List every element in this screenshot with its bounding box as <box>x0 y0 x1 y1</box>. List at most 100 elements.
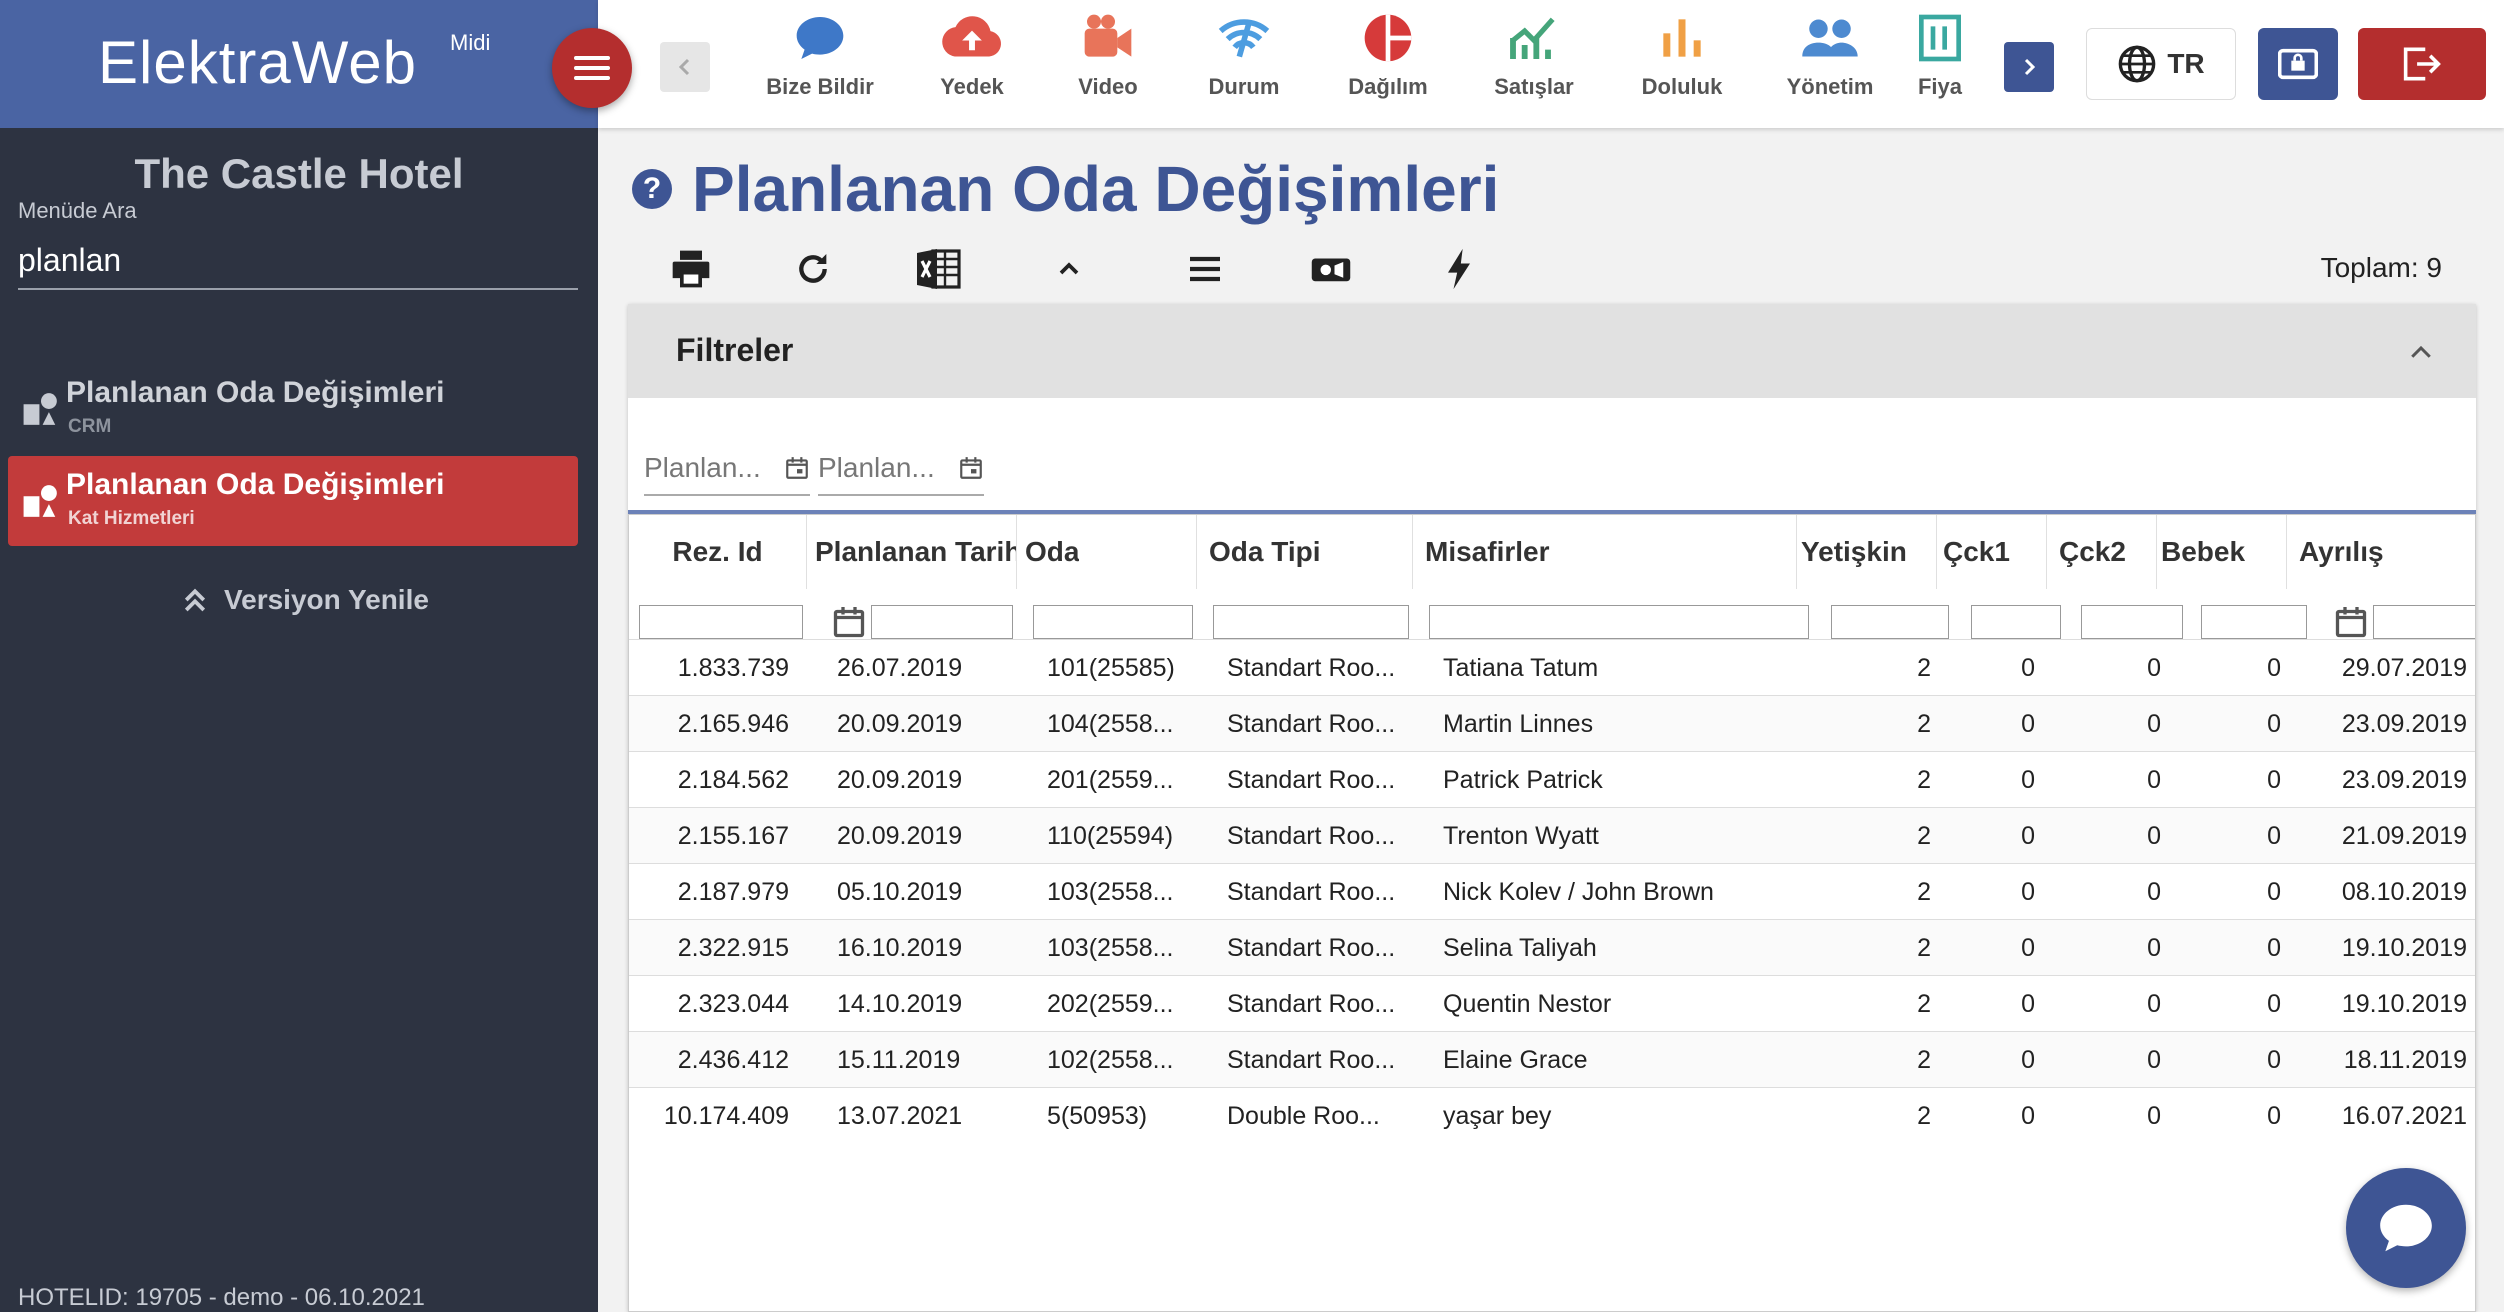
infant-cell: 0 <box>2267 1101 2281 1130</box>
quick-action-button[interactable] <box>1434 244 1484 294</box>
chevron-up-icon[interactable] <box>2406 338 2436 368</box>
column-header-rez-id[interactable]: Rez. Id <box>629 515 807 589</box>
room-changes-table: Rez. Id Planlanan Tarih Oda Oda Tipi Mis… <box>628 514 2476 1312</box>
shapes-icon <box>23 485 57 517</box>
language-code: TR <box>2167 48 2205 79</box>
planned-date-filter-input[interactable] <box>871 605 1013 639</box>
date-from-filter[interactable]: Planlan... <box>644 442 810 496</box>
child1-filter-input[interactable] <box>1971 605 2061 639</box>
tool-backup[interactable]: Yedek <box>902 10 1042 120</box>
excel-icon <box>917 249 961 289</box>
shapes-icon <box>23 393 57 425</box>
rez-id-cell: 2.184.562 <box>677 765 789 794</box>
child2-cell: 0 <box>2147 877 2161 906</box>
video-help-button[interactable] <box>1306 244 1356 294</box>
table-row[interactable]: 2.436.412 15.11.2019 102(2558... Standart R… <box>629 1031 2475 1087</box>
logout-button[interactable] <box>2358 28 2486 100</box>
column-header-guests[interactable]: Misafirler <box>1413 515 1797 589</box>
column-header-room-type[interactable]: Oda Tipi <box>1197 515 1413 589</box>
table-row[interactable]: 2.323.044 14.10.2019 202(2559... Standart R… <box>629 975 2475 1031</box>
tool-label: Durum <box>1208 74 1280 99</box>
help-icon[interactable]: ? <box>632 169 672 209</box>
table-row[interactable]: 2.165.946 20.09.2019 104(2558... Standart R… <box>629 695 2475 751</box>
calendar-icon[interactable] <box>958 455 984 481</box>
toolbar-scroll-left-button[interactable] <box>660 42 710 92</box>
table-row[interactable]: 2.184.562 20.09.2019 201(2559... Standart R… <box>629 751 2475 807</box>
calendar-icon[interactable] <box>2333 603 2369 641</box>
columns-menu-button[interactable] <box>1180 244 1230 294</box>
child2-filter-input[interactable] <box>2081 605 2183 639</box>
live-chat-button[interactable] <box>2346 1168 2466 1288</box>
child1-cell: 0 <box>2021 989 2035 1018</box>
chat-bubble-icon <box>2380 1204 2432 1252</box>
adults-cell: 2 <box>1917 653 1931 682</box>
hamburger-menu-button[interactable] <box>552 28 632 108</box>
tool-management[interactable]: Yönetim <box>1760 10 1900 120</box>
column-header-departure[interactable]: Ayrılış <box>2287 515 2475 589</box>
hamburger-line <box>574 56 610 60</box>
child2-cell: 0 <box>2147 709 2161 738</box>
tool-prices[interactable]: Fiya <box>1900 10 1980 120</box>
calendar-icon[interactable] <box>784 455 810 481</box>
filters-header[interactable]: Filtreler <box>628 304 2476 398</box>
rez-id-cell: 1.833.739 <box>677 653 789 682</box>
room-cell: 102(2558... <box>1047 1045 1174 1074</box>
brand-logo[interactable]: ElektraWeb <box>98 28 417 97</box>
date-from-placeholder: Planlan... <box>644 452 761 483</box>
date-to-filter[interactable]: Planlan... <box>818 442 984 496</box>
tool-feedback[interactable]: Bize Bildir <box>750 10 890 120</box>
chevron-up-icon <box>1059 262 1079 275</box>
filters-title: Filtreler <box>676 332 794 368</box>
toolbar-scroll-right-button[interactable] <box>2004 42 2054 92</box>
version-refresh-button[interactable]: Versiyon Yenile <box>180 584 429 616</box>
sidebar-item-housekeeping-room-changes[interactable]: Planlanan Oda Değişimleri Kat Hizmetleri <box>8 456 578 546</box>
departure-cell: 19.10.2019 <box>2341 933 2467 962</box>
column-header-infant[interactable]: Bebek <box>2157 515 2287 589</box>
table-row[interactable]: 2.322.915 16.10.2019 103(2558... Standart R… <box>629 919 2475 975</box>
table-row[interactable]: 10.174.409 13.07.2021 5(50953) Double Roo..… <box>629 1087 2475 1143</box>
departure-filter-input[interactable] <box>2373 605 2475 639</box>
planned-date-cell: 05.10.2019 <box>837 877 963 906</box>
refresh-button[interactable] <box>788 244 838 294</box>
guests-filter-input[interactable] <box>1429 605 1809 639</box>
rez-id-filter-input[interactable] <box>639 605 803 639</box>
child1-cell: 0 <box>2021 877 2035 906</box>
guests-cell: Trenton Wyatt <box>1443 821 1599 850</box>
chat-bubble-icon <box>796 17 844 59</box>
infant-filter-input[interactable] <box>2201 605 2307 639</box>
page-title-text: Planlanan Oda Değişimleri <box>692 153 1500 225</box>
departure-cell: 23.09.2019 <box>2341 709 2467 738</box>
tool-video[interactable]: Video <box>1038 10 1178 120</box>
tool-sales[interactable]: Satışlar <box>1464 10 1604 120</box>
sidebar-item-module: Kat Hizmetleri <box>68 508 195 529</box>
table-row[interactable]: 2.187.979 05.10.2019 103(2558... Standart R… <box>629 863 2475 919</box>
column-header-child2[interactable]: Çck2 <box>2047 515 2157 589</box>
column-header-room[interactable]: Oda <box>1017 515 1197 589</box>
excel-export-button[interactable] <box>914 244 964 294</box>
collapse-button[interactable] <box>1044 244 1094 294</box>
departure-cell: 23.09.2019 <box>2341 765 2467 794</box>
lock-screen-button[interactable] <box>2258 28 2338 100</box>
infant-cell: 0 <box>2267 989 2281 1018</box>
calendar-icon[interactable] <box>831 603 867 641</box>
column-header-child1[interactable]: Çck1 <box>1937 515 2047 589</box>
sidebar-item-crm-room-changes[interactable]: Planlanan Oda Değişimleri CRM <box>8 364 578 454</box>
menu-search-input[interactable] <box>18 232 578 290</box>
column-header-planned-date[interactable]: Planlanan Tarih <box>807 515 1017 589</box>
child1-cell: 0 <box>2021 1101 2035 1130</box>
adults-filter-input[interactable] <box>1831 605 1949 639</box>
tool-distribution[interactable]: Dağılım <box>1318 10 1458 120</box>
print-button[interactable] <box>666 244 716 294</box>
room-type-filter-input[interactable] <box>1213 605 1409 639</box>
child2-cell: 0 <box>2147 1045 2161 1074</box>
room-filter-input[interactable] <box>1033 605 1193 639</box>
planned-date-cell: 16.10.2019 <box>837 933 963 962</box>
tool-occupancy[interactable]: Doluluk <box>1612 10 1752 120</box>
table-row[interactable]: 1.833.739 26.07.2019 101(25585) Standart Ro… <box>629 639 2475 695</box>
column-header-adults[interactable]: Yetişkin <box>1797 515 1937 589</box>
departure-cell: 18.11.2019 <box>2343 1045 2467 1074</box>
language-button[interactable]: TR <box>2086 28 2236 100</box>
table-row[interactable]: 2.155.167 20.09.2019 110(25594) Standart Ro… <box>629 807 2475 863</box>
tool-status[interactable]: Durum <box>1174 10 1314 120</box>
child1-cell: 0 <box>2021 933 2035 962</box>
